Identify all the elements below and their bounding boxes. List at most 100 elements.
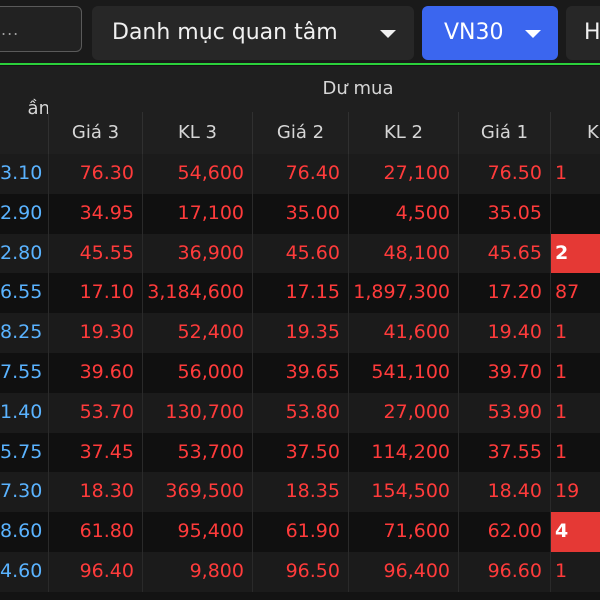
bid-price-3-cell: 17.10 <box>48 273 142 314</box>
bid-price-2-cell: 18.35 <box>252 472 348 513</box>
bid-volume-2-cell: 96,400 <box>348 551 458 592</box>
table-row[interactable]: 7.55 39.60 56,000 39.65 541,100 39.70 1 <box>0 352 600 393</box>
bid-price-3-cell: 61.80 <box>48 512 142 552</box>
table-row[interactable]: 1.40 53.70 130,700 53.80 27,000 53.90 1 <box>0 392 600 433</box>
bid-volume-2-cell: 71,600 <box>348 512 458 552</box>
table-row[interactable]: 8.60 61.80 95,400 61.90 71,600 62.00 4 <box>0 512 600 552</box>
table-row[interactable]: 7.30 18.30 369,500 18.35 154,500 18.40 19 <box>0 472 600 513</box>
bid-volume-1-cell: 1 <box>550 352 600 393</box>
bid-price-2-cell: 53.80 <box>252 392 348 433</box>
column-header-kl3[interactable]: KL 3 <box>142 112 252 154</box>
bid-volume-2-cell: 27,000 <box>348 392 458 433</box>
bid-volume-2-cell: 41,600 <box>348 313 458 353</box>
column-header-kl2[interactable]: KL 2 <box>348 112 458 154</box>
table-row[interactable]: 3.10 76.30 54,600 76.40 27,100 76.50 1 <box>0 154 600 194</box>
index-dropdown[interactable]: VN30 <box>422 6 558 60</box>
column-header-gia2[interactable]: Giá 2 <box>252 112 348 154</box>
bid-volume-1-cell: 1 <box>550 551 600 592</box>
toolbar: ... Danh mục quan tâm VN30 H <box>0 0 600 64</box>
bid-price-2-cell: 76.40 <box>252 154 348 194</box>
bid-volume-3-cell: 9,800 <box>142 551 252 592</box>
bid-volume-1-cell: 1 <box>550 313 600 353</box>
bid-price-1-cell: 37.55 <box>458 432 550 473</box>
table-row[interactable]: 8.25 19.30 52,400 19.35 41,600 19.40 1 <box>0 313 600 353</box>
bid-group-label: Dư mua <box>322 78 394 99</box>
reference-price-cell: 2.80 <box>0 241 43 264</box>
search-placeholder: ... <box>1 20 20 39</box>
bid-volume-1-cell <box>550 193 600 234</box>
bid-volume-1-cell: 1 <box>550 154 600 194</box>
bid-price-2-cell: 17.15 <box>252 273 348 314</box>
next-dropdown[interactable]: H <box>566 6 600 60</box>
bid-price-1-cell: 17.20 <box>458 273 550 314</box>
bid-volume-2-cell: 27,100 <box>348 154 458 194</box>
bid-volume-1-cell: 2 <box>550 233 600 274</box>
bid-price-3-cell: 19.30 <box>48 313 142 353</box>
bid-volume-1-cell: 1 <box>550 432 600 473</box>
reference-column-label: ần <box>27 98 50 119</box>
bid-price-2-cell: 35.00 <box>252 193 348 234</box>
column-header-gia3[interactable]: Giá 3 <box>48 112 142 154</box>
chevron-down-icon <box>525 30 541 38</box>
bid-price-3-cell: 53.70 <box>48 392 142 433</box>
table-row[interactable]: 2.80 45.55 36,900 45.60 48,100 45.65 2 <box>0 233 600 274</box>
bid-volume-3-cell: 95,400 <box>142 512 252 552</box>
bid-volume-3-cell: 130,700 <box>142 392 252 433</box>
bid-price-3-cell: 39.60 <box>48 352 142 393</box>
bid-volume-3-cell: 369,500 <box>142 472 252 513</box>
table-row[interactable]: 6.55 17.10 3,184,600 17.15 1,897,300 17.20 87 <box>0 273 600 314</box>
table-row[interactable]: 4.60 96.40 9,800 96.50 96,400 96.60 1 <box>0 551 600 592</box>
column-header-gia1[interactable]: Giá 1 <box>458 112 550 154</box>
reference-price-cell: 1.40 <box>0 400 43 423</box>
reference-price-cell: 2.90 <box>0 201 43 224</box>
table-row[interactable]: 2.90 34.95 17,100 35.00 4,500 35.05 <box>0 193 600 234</box>
column-header-kl1[interactable]: K <box>550 112 600 154</box>
reference-price-cell: 8.60 <box>0 520 43 543</box>
bid-volume-2-cell: 48,100 <box>348 233 458 274</box>
index-dropdown-label: VN30 <box>444 20 504 45</box>
bid-price-2-cell: 96.50 <box>252 551 348 592</box>
chevron-down-icon <box>380 30 396 38</box>
bid-volume-3-cell: 54,600 <box>142 154 252 194</box>
bid-price-2-cell: 39.65 <box>252 352 348 393</box>
bid-price-1-cell: 62.00 <box>458 512 550 552</box>
bid-price-1-cell: 35.05 <box>458 193 550 234</box>
search-input[interactable]: ... <box>0 6 82 52</box>
bid-price-3-cell: 45.55 <box>48 233 142 274</box>
price-board-rows: 3.10 76.30 54,600 76.40 27,100 76.50 1 2.90 34.9… <box>0 154 600 592</box>
bid-volume-3-cell: 3,184,600 <box>142 273 252 314</box>
bid-price-3-cell: 18.30 <box>48 472 142 513</box>
bid-price-1-cell: 96.60 <box>458 551 550 592</box>
bid-volume-1-cell: 4 <box>550 512 600 552</box>
bid-price-1-cell: 39.70 <box>458 352 550 393</box>
reference-price-cell: 7.55 <box>0 360 43 383</box>
bid-volume-2-cell: 154,500 <box>348 472 458 513</box>
table-row[interactable]: 5.75 37.45 53,700 37.50 114,200 37.55 1 <box>0 432 600 473</box>
bid-price-3-cell: 37.45 <box>48 432 142 473</box>
bid-volume-1-cell: 87 <box>550 273 600 314</box>
reference-price-cell: 8.25 <box>0 321 43 344</box>
toolbar-divider <box>0 63 600 65</box>
bid-price-1-cell: 45.65 <box>458 233 550 274</box>
bid-volume-2-cell: 4,500 <box>348 193 458 234</box>
reference-price-cell: 7.30 <box>0 480 43 503</box>
reference-price-cell: 5.75 <box>0 440 43 463</box>
bid-price-3-cell: 76.30 <box>48 154 142 194</box>
bid-price-1-cell: 53.90 <box>458 392 550 433</box>
bid-volume-1-cell: 19 <box>550 472 600 513</box>
bid-group-header: Dư mua <box>48 66 600 113</box>
reference-price-cell: 4.60 <box>0 559 43 582</box>
watchlist-dropdown[interactable]: Danh mục quan tâm <box>92 6 414 60</box>
bid-volume-1-cell: 1 <box>550 392 600 433</box>
next-dropdown-label: H <box>584 20 600 45</box>
bid-volume-3-cell: 36,900 <box>142 233 252 274</box>
bid-price-1-cell: 76.50 <box>458 154 550 194</box>
bid-price-2-cell: 61.90 <box>252 512 348 552</box>
bid-volume-2-cell: 541,100 <box>348 352 458 393</box>
bid-volume-3-cell: 56,000 <box>142 352 252 393</box>
bid-price-2-cell: 45.60 <box>252 233 348 274</box>
bid-volume-2-cell: 114,200 <box>348 432 458 473</box>
bid-volume-3-cell: 17,100 <box>142 193 252 234</box>
bid-volume-2-cell: 1,897,300 <box>348 273 458 314</box>
bid-price-3-cell: 34.95 <box>48 193 142 234</box>
